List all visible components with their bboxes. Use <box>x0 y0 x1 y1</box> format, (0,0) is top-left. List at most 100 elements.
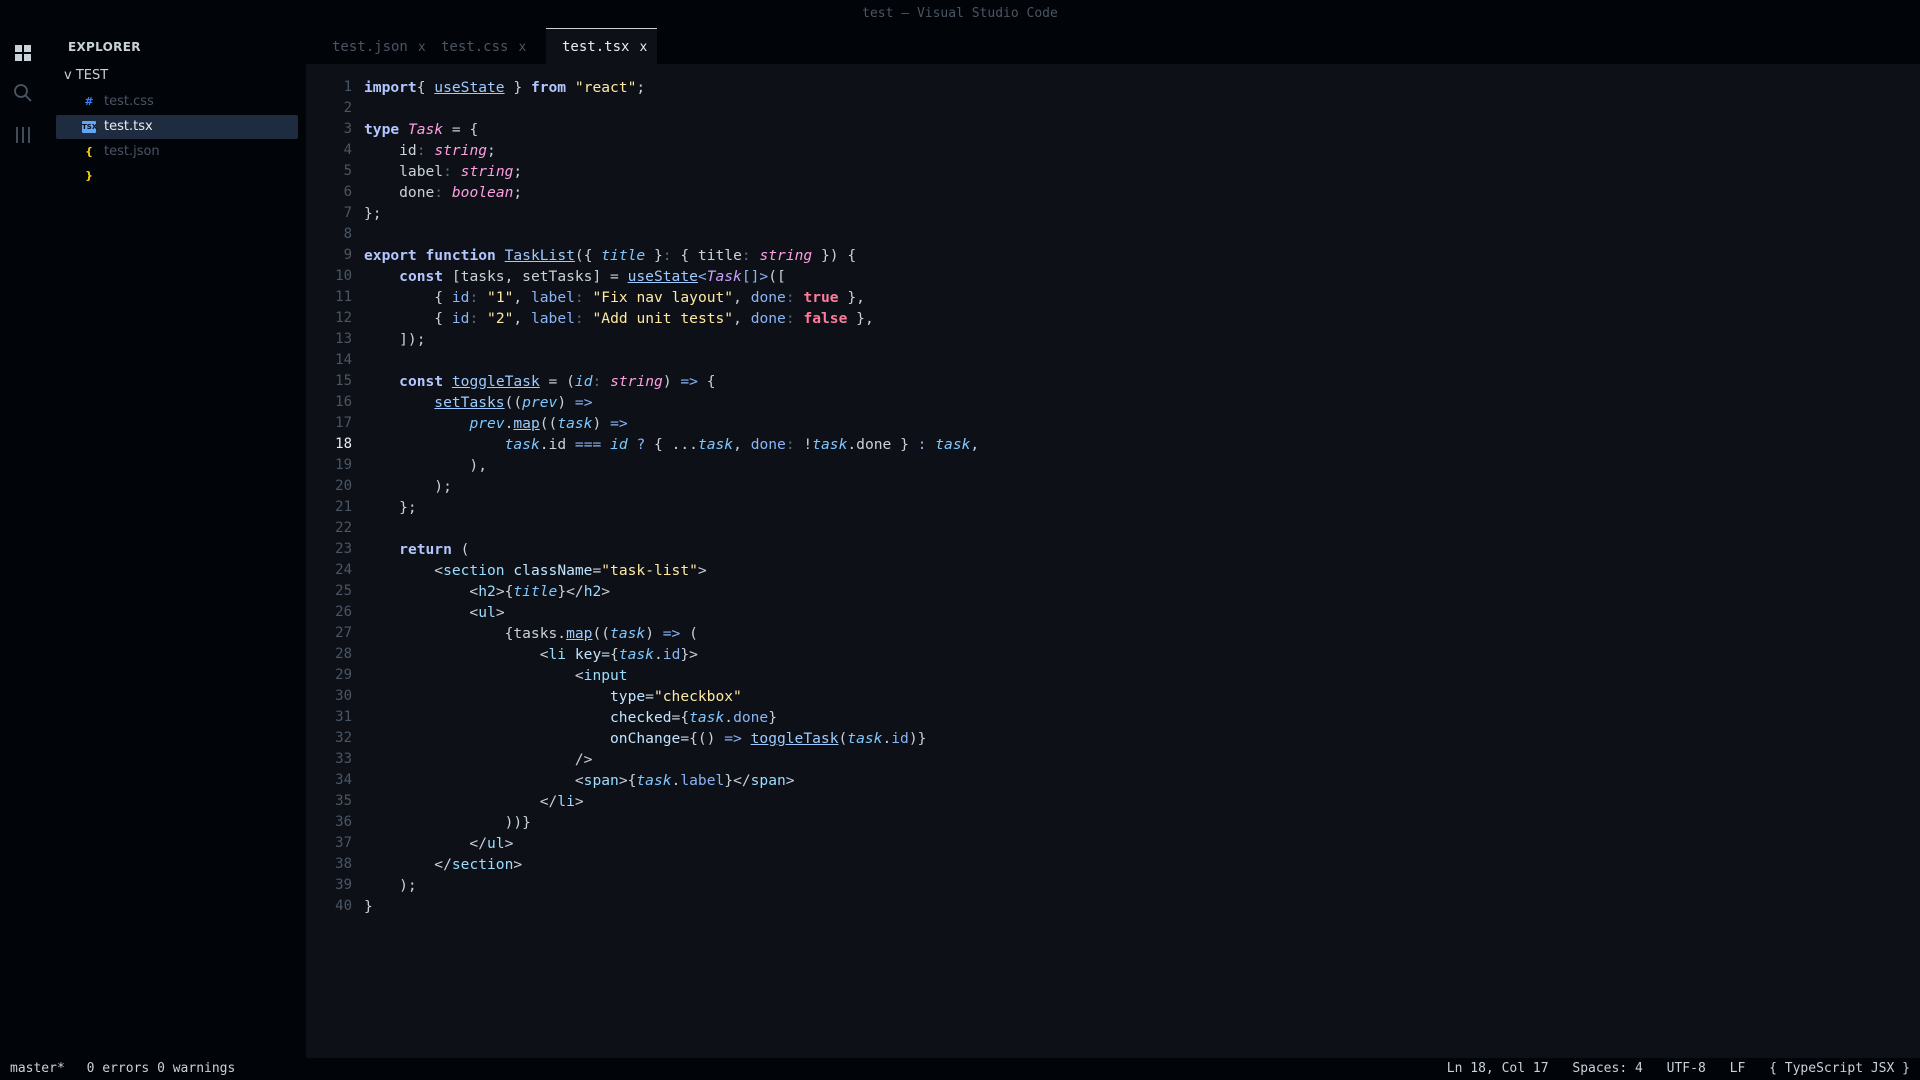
code-token: = <box>592 562 602 579</box>
code-line[interactable]: /> <box>364 749 979 770</box>
code-line[interactable]: prev.map((task) => <box>364 413 979 434</box>
code-token: input <box>583 667 628 684</box>
file-item[interactable]: TSX test.tsx <box>56 115 298 139</box>
code-line[interactable]: </ul> <box>364 833 979 854</box>
line-number: 5 <box>343 163 352 179</box>
code-line[interactable]: }; <box>364 497 979 518</box>
code-line[interactable]: <span>{task.label}</span> <box>364 770 979 791</box>
code-token: ), <box>364 457 488 474</box>
code-line[interactable]: ); <box>364 476 979 497</box>
code-line[interactable]: <h2>{title}</h2> <box>364 581 979 602</box>
code-token: return <box>399 541 452 558</box>
explorer-icon[interactable] <box>12 42 34 64</box>
code-token: id <box>891 730 909 747</box>
code-token: export <box>364 247 417 264</box>
code-line[interactable]: type="checkbox" <box>364 686 979 707</box>
code-line[interactable]: }; <box>364 203 979 224</box>
code-line[interactable]: task.id === id ? { ...task, done: !task.… <box>364 434 980 455</box>
line-number: 36 <box>335 814 352 830</box>
code-token: done <box>733 709 769 726</box>
code-line[interactable]: id: string; <box>364 140 979 161</box>
close-icon[interactable]: x <box>518 40 526 55</box>
encoding[interactable]: UTF-8 <box>1667 1061 1706 1076</box>
code-editor[interactable]: 1 2 3 4 5 6 7 8 9 10 11 12 13 14 15 16 17 18 19 20 21 22 23 24 2… <box>306 64 1920 1058</box>
code-token: = ( <box>539 373 575 390</box>
line-ending[interactable]: LF <box>1730 1061 1746 1076</box>
code-line[interactable]: return ( <box>364 539 979 560</box>
code-token: done <box>750 289 786 306</box>
code-content[interactable]: import{ useState } from "react"; type Ta… <box>364 77 979 917</box>
code-token: label <box>364 163 444 180</box>
code-token: ); <box>364 877 417 894</box>
code-line[interactable]: checked={task.done} <box>364 707 979 728</box>
code-token: id <box>662 646 681 663</box>
line-number: 19 <box>335 457 352 473</box>
code-line[interactable]: ); <box>364 875 979 896</box>
code-token: string <box>759 247 813 264</box>
line-number: 26 <box>335 604 352 620</box>
search-icon[interactable] <box>12 82 34 104</box>
code-line[interactable]: { id: "2", label: "Add unit tests", done… <box>364 308 979 329</box>
code-token: task <box>557 415 593 432</box>
extensions-icon[interactable] <box>12 124 34 146</box>
code-line[interactable] <box>364 98 979 119</box>
folder-test[interactable]: v TEST <box>64 68 108 83</box>
code-token: {tasks. <box>364 625 567 642</box>
code-line[interactable]: <input <box>364 665 979 686</box>
file-item[interactable]: { } test.json <box>56 140 298 182</box>
code-token: }) { <box>812 247 857 264</box>
cursor-position[interactable]: Ln 18, Col 17 <box>1447 1061 1549 1076</box>
code-line[interactable]: ]); <box>364 329 979 350</box>
tab-test-json[interactable]: test.json x <box>306 28 426 64</box>
code-line[interactable] <box>364 224 979 245</box>
code-token: id <box>451 310 470 327</box>
code-token: h2 <box>478 583 496 600</box>
problems-indicator[interactable]: 0 errors 0 warnings <box>87 1061 236 1076</box>
code-line[interactable]: const [tasks, setTasks] = useState<Task[… <box>364 266 979 287</box>
close-icon[interactable]: x <box>639 40 647 55</box>
code-line[interactable]: } <box>364 896 979 917</box>
code-token: }, <box>847 310 874 327</box>
code-token: Task <box>706 268 742 285</box>
tab-test-tsx[interactable]: test.tsx x <box>546 28 657 64</box>
code-line[interactable] <box>364 350 979 371</box>
code-line[interactable]: <section className="task-list"> <box>364 560 979 581</box>
file-item[interactable]: # test.css <box>56 90 298 114</box>
code-line[interactable]: <ul> <box>364 602 979 623</box>
code-token: const <box>399 373 444 390</box>
css-file-icon: # <box>84 95 94 108</box>
line-number: 35 <box>335 793 352 809</box>
code-token: id <box>451 289 470 306</box>
code-line[interactable]: </section> <box>364 854 979 875</box>
code-line[interactable]: done: boolean; <box>364 182 979 203</box>
code-line[interactable]: import{ useState } from "react"; <box>364 77 979 98</box>
code-line[interactable]: onChange={() => toggleTask(task.id)} <box>364 728 979 749</box>
code-line[interactable]: ), <box>364 455 979 476</box>
code-line[interactable]: <li key={task.id}> <box>364 644 979 665</box>
code-line[interactable]: export function TaskList({ title }: { ti… <box>364 245 979 266</box>
code-line[interactable]: </li> <box>364 791 979 812</box>
code-line[interactable]: setTasks((prev) => <box>364 392 979 413</box>
branch-indicator[interactable]: master* <box>10 1061 65 1076</box>
code-line[interactable]: type Task = { <box>364 119 979 140</box>
code-line[interactable]: {tasks.map((task) => ( <box>364 623 979 644</box>
code-line[interactable]: const toggleTask = (id: string) => { <box>364 371 979 392</box>
code-token: task <box>504 436 540 453</box>
code-token: [tasks, setTasks] = <box>443 268 628 285</box>
indentation[interactable]: Spaces: 4 <box>1572 1061 1642 1076</box>
tab-test-css[interactable]: test.css x <box>416 28 526 64</box>
code-token: : <box>416 142 426 159</box>
code-line[interactable]: { id: "1", label: "Fix nav layout", done… <box>364 287 979 308</box>
code-line[interactable] <box>364 518 979 539</box>
code-token: > <box>574 793 584 810</box>
language-mode[interactable]: { TypeScript JSX } <box>1769 1061 1910 1076</box>
code-token: } <box>768 709 778 726</box>
line-number: 27 <box>335 625 352 641</box>
code-line[interactable]: label: string; <box>364 161 979 182</box>
code-line[interactable]: ))} <box>364 812 979 833</box>
